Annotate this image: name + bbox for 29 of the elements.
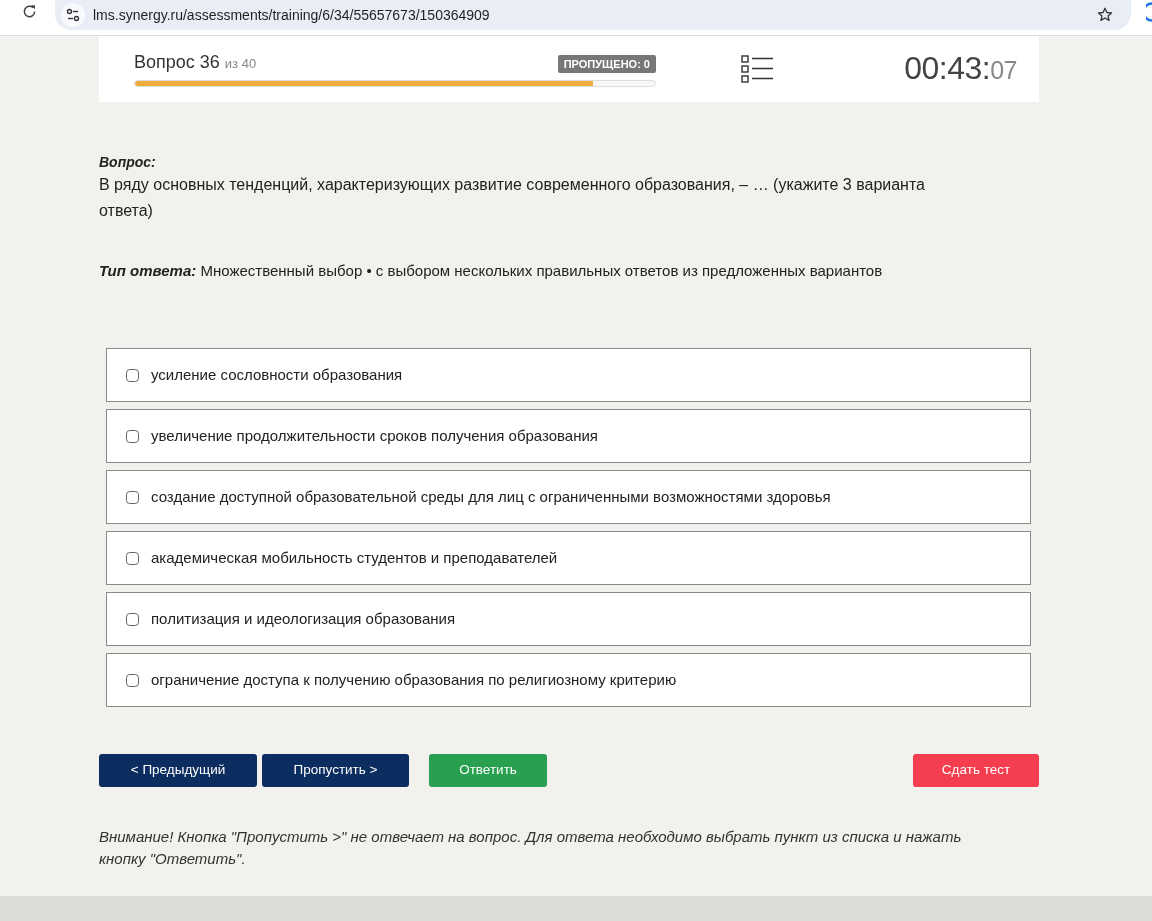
notice-text: Внимание! Кнопка "Пропустить >" не отвечает на вопрос. Для ответа необходимо выбрать пункт из списка и нажать кнопку "Ответить". bbox=[99, 827, 963, 869]
navigation-button[interactable]: < Предыдущий bbox=[99, 754, 257, 787]
star-icon[interactable] bbox=[1097, 7, 1113, 23]
answer-option[interactable]: политизация и идеологизация образования bbox=[106, 592, 1031, 646]
question-list-icon[interactable] bbox=[741, 55, 773, 83]
question-label: Вопрос: bbox=[99, 153, 157, 172]
site-settings-icon[interactable] bbox=[61, 3, 85, 27]
question-text: В ряду основных тенденций, характеризующих развитие современного образования, – … (укажите 3 варианта ответа) bbox=[99, 175, 926, 221]
answer-option[interactable]: академическая мобильность студентов и преподавателей bbox=[106, 531, 1031, 585]
timer: 00:43:07 bbox=[904, 50, 1017, 88]
option-checkbox[interactable] bbox=[126, 551, 139, 565]
option-checkbox[interactable] bbox=[126, 490, 139, 504]
url-text: lms.synergy.ru/assessments/training/6/34/55657673/150364909 bbox=[93, 5, 490, 25]
navigation-button[interactable]: Пропустить > bbox=[262, 754, 409, 787]
account-icon[interactable] bbox=[1146, 2, 1152, 22]
answer-option[interactable]: создание доступной образовательной среды для лиц с ограниченными возможностями здоровья bbox=[106, 470, 1031, 524]
address-bar[interactable]: lms.synergy.ru/assessments/training/6/34/55657673/150364909 bbox=[55, 0, 1131, 30]
option-checkbox[interactable] bbox=[126, 429, 139, 443]
option-checkbox[interactable] bbox=[126, 368, 139, 382]
answer-option[interactable]: ограничение доступа к получению образования по религиозному критерию bbox=[106, 653, 1031, 707]
answer-option[interactable]: увеличение продолжительности сроков получения образования bbox=[106, 409, 1031, 463]
answer-option[interactable]: усиление сословности образования bbox=[106, 348, 1031, 402]
question-counter: Вопрос 36 из 40 bbox=[134, 51, 257, 74]
option-checkbox[interactable] bbox=[126, 612, 139, 626]
submit-test-button[interactable]: Сдать тест bbox=[913, 754, 1039, 787]
skipped-badge: ПРОПУЩЕНО: 0 bbox=[557, 55, 656, 73]
option-checkbox[interactable] bbox=[126, 673, 139, 687]
answer-type-text: Тип ответа: Множественный выбор • с выбором нескольких правильных ответов из предложенных вариантов bbox=[99, 261, 884, 281]
reload-icon[interactable] bbox=[22, 4, 37, 19]
